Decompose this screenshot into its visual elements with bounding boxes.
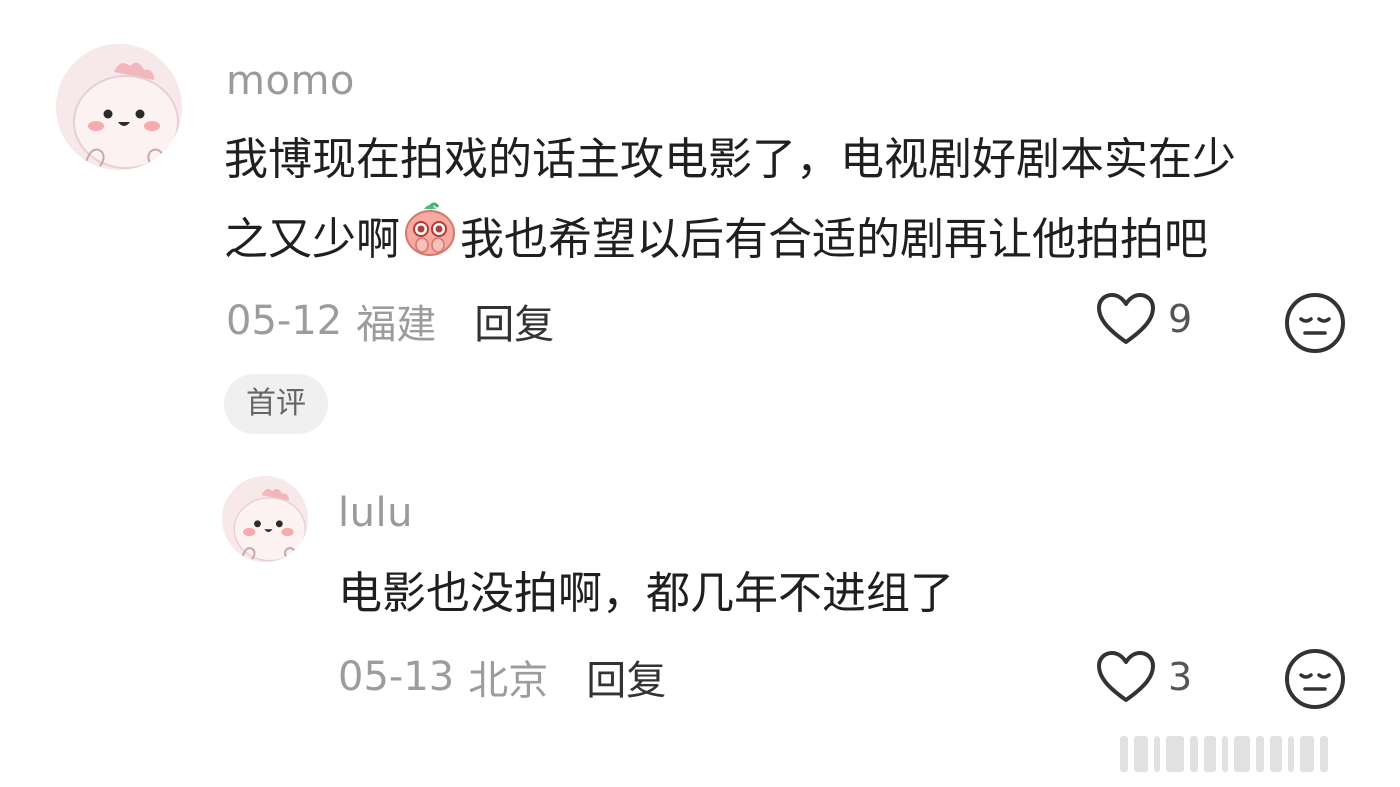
comment-content-line1: 我博现在拍戏的话主攻电影了，电视剧好剧本实在少 xyxy=(224,134,1236,185)
dislike-button[interactable] xyxy=(1284,292,1346,358)
watermark-mark xyxy=(1134,736,1148,772)
reply-button[interactable]: 回复 xyxy=(474,292,554,350)
comment-username[interactable]: momo xyxy=(226,58,355,104)
heart-icon xyxy=(1097,293,1155,344)
watermark-mark xyxy=(1154,736,1160,772)
pleading-emoji-icon xyxy=(402,201,458,283)
reply-meta: 05-13 北京 回复 xyxy=(338,648,666,706)
watermark-mark xyxy=(1166,736,1184,772)
neutral-face-icon xyxy=(1285,649,1345,709)
watermark-mark xyxy=(1190,736,1198,772)
like-button[interactable]: 9 xyxy=(1096,292,1192,346)
watermark-mark xyxy=(1234,736,1250,772)
like-count: 9 xyxy=(1168,297,1193,341)
watermark-mark xyxy=(1320,736,1328,772)
watermark-mark xyxy=(1120,736,1128,772)
neutral-face-icon xyxy=(1285,293,1345,353)
watermark-mark xyxy=(1300,736,1314,772)
reply-like-count: 3 xyxy=(1168,655,1193,699)
avatar[interactable] xyxy=(56,44,182,170)
watermark xyxy=(1120,736,1328,772)
watermark-mark xyxy=(1270,736,1282,772)
reply-location: 北京 xyxy=(468,658,549,704)
comment-content-part-a: 之又少啊 xyxy=(224,214,400,265)
comment-location: 福建 xyxy=(356,302,437,348)
watermark-mark xyxy=(1204,736,1216,772)
comment-content: 我博现在拍戏的话主攻电影了，电视剧好剧本实在少 之又少啊 我也希望以后有合适的剧… xyxy=(224,120,1354,283)
heart-icon xyxy=(1097,651,1155,702)
first-comment-badge: 首评 xyxy=(224,374,328,434)
reply-username[interactable]: lulu xyxy=(338,490,413,536)
watermark-mark xyxy=(1288,736,1294,772)
reply-reply-button[interactable]: 回复 xyxy=(586,648,666,706)
comment-content-part-b: 我也希望以后有合适的剧再让他拍拍吧 xyxy=(460,214,1208,265)
comment-meta: 05-12 福建 回复 xyxy=(226,292,554,350)
watermark-mark xyxy=(1256,736,1264,772)
comment-date: 05-12 xyxy=(226,298,343,344)
reply-content: 电影也没拍啊，都几年不进组了 xyxy=(338,568,954,619)
reply-avatar[interactable] xyxy=(222,476,308,562)
avatar-dino-icon xyxy=(56,44,182,170)
comment-content-line2: 之又少啊 我也希望以后有合适的剧再让他拍拍吧 xyxy=(224,200,1354,283)
watermark-mark xyxy=(1222,736,1228,772)
reply-dislike-button[interactable] xyxy=(1284,648,1346,714)
reply-date: 05-13 xyxy=(338,654,455,700)
reply-like-button[interactable]: 3 xyxy=(1096,650,1192,704)
avatar-dino-icon xyxy=(222,476,308,562)
